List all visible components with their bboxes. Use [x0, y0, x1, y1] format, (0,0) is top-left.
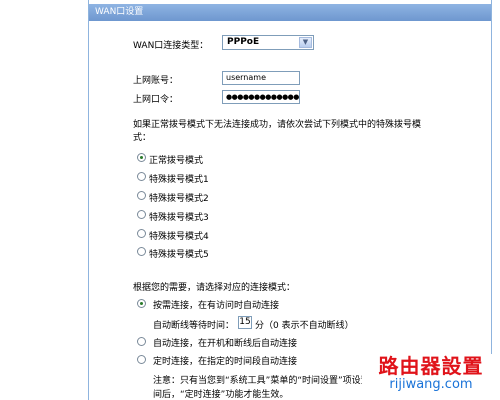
special-dial-prompt-line2: 式： [133, 133, 152, 143]
connect-mode-prompt: 根据您的需要，请选择对应的连接模式： [133, 283, 296, 293]
connection-type-select[interactable]: PPPoE ▼ [222, 35, 314, 50]
dial-mode-special4-label: 特殊拨号模式4 [149, 232, 209, 242]
connect-timed-label: 定时连接，在指定的时间段自动连接 [153, 357, 298, 367]
timed-note-line2: 间后，“定时连接”功能才能生效。 [153, 390, 289, 400]
password-label: 上网口令： [133, 95, 179, 105]
idle-time-input[interactable]: 15 [238, 316, 252, 329]
connect-timed-radio[interactable] [137, 355, 146, 364]
connection-type-value: PPPoE [227, 37, 260, 47]
connect-auto-label: 自动连接，在开机和断线后自动连接 [153, 339, 298, 349]
dial-mode-special3-label: 特殊拨号模式3 [149, 213, 209, 223]
dial-mode-special2-radio[interactable] [137, 191, 146, 200]
dial-mode-special2-label: 特殊拨号模式2 [149, 194, 209, 204]
dial-mode-special5-radio[interactable] [137, 247, 146, 256]
connection-type-label: WAN口连接类型： [133, 41, 209, 51]
watermark-url: rijiwang.com [389, 377, 473, 392]
connect-on-demand-label: 按需连接，在有访问时自动连接 [153, 301, 280, 311]
dial-mode-normal-label: 正常拨号模式 [149, 156, 204, 166]
username-input[interactable]: username [222, 71, 300, 85]
username-label: 上网账号： [133, 76, 179, 86]
connect-auto-radio[interactable] [137, 337, 146, 346]
idle-time-label: 自动断线等待时间： [153, 321, 235, 331]
connect-on-demand-radio[interactable] [137, 299, 146, 308]
dial-mode-special3-radio[interactable] [137, 210, 146, 219]
special-dial-prompt: 如果正常拨号模式下无法连接成功，请依次尝试下列模式中的特殊拨号模 [133, 120, 422, 130]
timed-note-line1: 注意：只有当您到“系统工具”菜单的“时间设置”项设置 [153, 376, 370, 386]
idle-time-unit: 分（0 表示不自动断线） [255, 321, 354, 331]
site-watermark: 路由器設置 rijiwang.com [362, 354, 500, 400]
dial-mode-special1-label: 特殊拨号模式1 [149, 175, 209, 185]
password-input[interactable]: ●●●●●●●●●●●●● [222, 90, 300, 104]
dial-mode-normal-radio[interactable] [137, 153, 146, 162]
chevron-down-icon[interactable]: ▼ [299, 37, 312, 48]
watermark-text: 路由器設置 [378, 354, 484, 378]
dial-mode-special4-radio[interactable] [137, 229, 146, 238]
dial-mode-special1-radio[interactable] [137, 172, 146, 181]
dial-mode-special5-label: 特殊拨号模式5 [149, 250, 209, 260]
panel-title: WAN口设置 [89, 4, 491, 21]
